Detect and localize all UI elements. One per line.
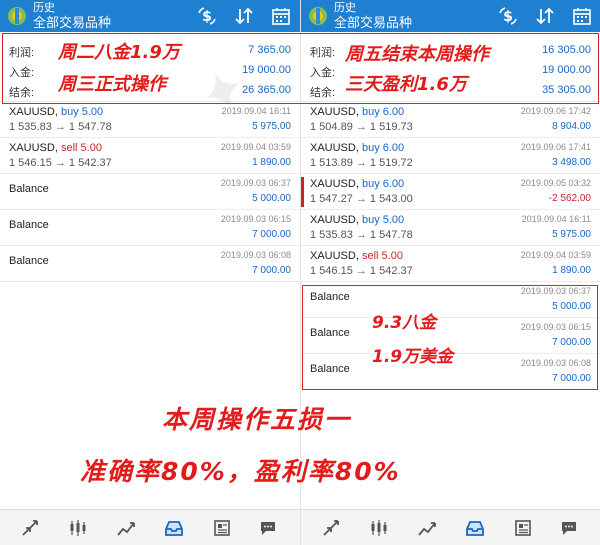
deal-side: buy 6.00 [361, 142, 405, 154]
balance-entry-row[interactable]: Balance 2019.09.03 06:37 5 000.00 [0, 174, 300, 210]
deal-amount: 1 890.00 [552, 265, 591, 276]
trade-icon[interactable] [20, 518, 40, 538]
deal-side: buy 6.00 [361, 178, 405, 190]
deal-row[interactable]: XAUUSD, buy 6.00 1 547.27 → 1 543.00 201… [301, 174, 600, 210]
top-bar: 历史 全部交易品种 $ [0, 0, 300, 32]
deal-symbol: XAUUSD, [9, 142, 58, 154]
deal-prices: 1 546.15 → 1 542.37 [310, 265, 413, 277]
deal-amount: 3 498.00 [552, 157, 591, 168]
chat-icon[interactable] [258, 518, 278, 538]
bottom-nav [0, 509, 300, 545]
deal-amount: 1 890.00 [252, 157, 291, 168]
screen-title: 历史 [334, 2, 356, 14]
deal-amount: 8 904.00 [552, 121, 591, 132]
deal-symbol: XAUUSD, [310, 106, 359, 118]
annotation-note: 1.9万美金 [372, 347, 454, 367]
deal-amount: -2 562.00 [548, 193, 591, 204]
annotation-note: 9.3八金 [372, 313, 437, 333]
news-icon[interactable] [513, 518, 533, 538]
deal-prices: 1 513.89 → 1 519.72 [310, 157, 413, 169]
balance-highlight-box [302, 285, 598, 390]
svg-text:$: $ [202, 9, 212, 25]
deal-date: 2019.09.04 03:59 [220, 142, 291, 152]
dollar-cycle-icon[interactable]: $ [497, 5, 519, 27]
deal-symbol: XAUUSD, [310, 250, 359, 262]
deal-date: 2019.09.06 17:42 [520, 106, 591, 116]
deal-date: 2019.09.03 06:15 [220, 214, 291, 224]
svg-text:$: $ [503, 9, 513, 25]
deal-amount: 7 000.00 [252, 265, 291, 276]
deal-list: XAUUSD, buy 5.00 1 535.83 → 1 547.78 201… [0, 102, 300, 282]
chart-icon[interactable] [369, 518, 389, 538]
annotation-note: 三天盈利1.6万 [345, 74, 467, 95]
deal-side: buy 6.00 [361, 106, 405, 118]
deal-amount: 5 975.00 [252, 121, 291, 132]
deal-date: 2019.09.03 06:37 [220, 178, 291, 188]
deal-row[interactable]: XAUUSD, sell 5.00 1 546.15 → 1 542.37 20… [301, 246, 600, 282]
balance-entry-label: Balance [9, 255, 49, 267]
sort-icon[interactable] [534, 5, 556, 27]
calendar-icon[interactable] [571, 5, 593, 27]
deal-amount: 7 000.00 [252, 229, 291, 240]
deal-row[interactable]: XAUUSD, buy 6.00 1 504.89 → 1 519.73 201… [301, 102, 600, 138]
calendar-icon[interactable] [270, 5, 292, 27]
trend-icon[interactable] [417, 518, 437, 538]
deal-side: buy 5.00 [361, 214, 405, 226]
chat-icon[interactable] [559, 518, 579, 538]
app-logo-icon[interactable] [308, 6, 328, 26]
deal-side: buy 5.00 [60, 106, 104, 118]
history-icon[interactable] [465, 518, 485, 538]
deal-side: sell 5.00 [361, 250, 403, 262]
deal-amount: 5 000.00 [252, 193, 291, 204]
deal-prices: 1 547.27 → 1 543.00 [310, 193, 413, 205]
deal-date: 2019.09.04 03:59 [520, 250, 591, 260]
screen-title: 历史 [33, 2, 55, 14]
deal-amount: 5 975.00 [552, 229, 591, 240]
balance-entry-row[interactable]: Balance 2019.09.03 06:08 7 000.00 [0, 246, 300, 282]
deal-date: 2019.09.04 16:11 [221, 106, 291, 116]
trend-icon[interactable] [116, 518, 136, 538]
deal-symbol: XAUUSD, [310, 142, 359, 154]
sort-icon[interactable] [233, 5, 255, 27]
deal-symbol: XAUUSD, [9, 106, 58, 118]
app-logo-icon[interactable] [7, 6, 27, 26]
deal-date: 2019.09.03 06:08 [220, 250, 291, 260]
deal-prices: 1 504.89 → 1 519.73 [310, 121, 413, 133]
deal-row[interactable]: XAUUSD, buy 5.00 1 535.83 → 1 547.78 201… [301, 210, 600, 246]
deal-row[interactable]: XAUUSD, buy 6.00 1 513.89 → 1 519.72 201… [301, 138, 600, 174]
chart-icon[interactable] [68, 518, 88, 538]
symbol-filter[interactable]: 全部交易品种 [334, 15, 412, 30]
annotation-note: 准确率80%，盈利率80% [80, 457, 401, 486]
annotation-note: 周五结束本周操作 [345, 44, 489, 65]
deal-row[interactable]: XAUUSD, sell 5.00 1 546.15 → 1 542.37 20… [0, 138, 300, 174]
deal-prices: 1 546.15 → 1 542.37 [9, 157, 112, 169]
symbol-filter[interactable]: 全部交易品种 [33, 15, 111, 30]
dollar-cycle-icon[interactable]: $ [196, 5, 218, 27]
annotation-note: 周三正式操作 [58, 74, 166, 95]
annotation-note: 周二八金1.9万 [58, 42, 180, 63]
deal-symbol: XAUUSD, [310, 214, 359, 226]
trade-icon[interactable] [321, 518, 341, 538]
deal-row[interactable]: XAUUSD, buy 5.00 1 535.83 → 1 547.78 201… [0, 102, 300, 138]
deal-date: 2019.09.05 03:32 [520, 178, 591, 188]
deal-prices: 1 535.83 → 1 547.78 [9, 121, 112, 133]
news-icon[interactable] [212, 518, 232, 538]
deal-symbol: XAUUSD, [310, 178, 359, 190]
top-bar: 历史 全部交易品种 $ [301, 0, 600, 32]
balance-entry-row[interactable]: Balance 2019.09.03 06:15 7 000.00 [0, 210, 300, 246]
deal-date: 2019.09.04 16:11 [521, 214, 591, 224]
bottom-nav [301, 509, 600, 545]
deal-date: 2019.09.06 17:41 [520, 142, 591, 152]
deal-side: sell 5.00 [60, 142, 102, 154]
annotation-note: 本周操作五损一 [162, 405, 352, 434]
history-icon[interactable] [164, 518, 184, 538]
deal-prices: 1 535.83 → 1 547.78 [310, 229, 413, 241]
balance-entry-label: Balance [9, 183, 49, 195]
balance-entry-label: Balance [9, 219, 49, 231]
